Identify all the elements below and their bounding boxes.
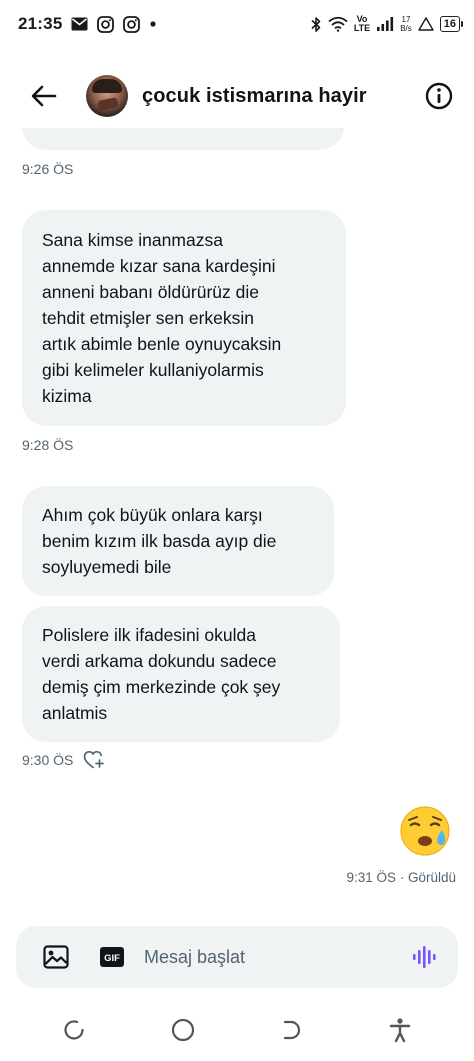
home-circle-icon	[171, 1018, 194, 1042]
seen-status: 9:31 ÖS · Görüldü	[346, 870, 456, 885]
message-bubble-partial[interactable]	[22, 128, 344, 150]
system-nav-bar	[0, 1010, 474, 1050]
message-bubble[interactable]: Ahım çok büyük onlara karşı benim kızım …	[22, 486, 334, 596]
bluetooth-icon	[310, 16, 322, 33]
network-speed-value: 17	[401, 15, 411, 24]
message-timestamp: 9:28 ÖS	[22, 437, 74, 453]
gif-icon: GIF	[100, 947, 124, 967]
gif-label: GIF	[104, 953, 120, 964]
accessibility-button[interactable]	[383, 1013, 417, 1047]
status-right: Vo LTE 17 B/s 16	[310, 14, 464, 33]
more-notifications-dot-icon	[149, 20, 157, 28]
message-timestamp-row: 9:30 ÖS	[22, 750, 105, 770]
back-button[interactable]	[26, 78, 62, 114]
status-left: 21:35	[18, 14, 157, 34]
image-icon	[43, 945, 69, 969]
message-bubble[interactable]: Sana kimse inanmazsa annemde kızar sana …	[22, 210, 346, 426]
message-timestamp: 9:26 ÖS	[22, 161, 74, 177]
instagram-icon	[97, 15, 115, 33]
message-text: Polislere ilk ifadesini okulda verdi ark…	[42, 625, 281, 723]
network-speed: 17 B/s	[400, 15, 412, 33]
message-bubble[interactable]: Polislere ilk ifadesini okulda verdi ark…	[22, 606, 340, 742]
message-input[interactable]: Mesaj başlat	[144, 947, 410, 968]
alert-triangle-icon	[418, 17, 434, 31]
instagram-icon-2	[123, 15, 141, 33]
volte-label: Vo LTE	[353, 14, 371, 33]
message-text: Sana kimse inanmazsa annemde kızar sana …	[42, 230, 282, 406]
image-button[interactable]	[42, 943, 70, 971]
sad-tear-face-icon	[400, 806, 450, 856]
status-bar: 21:35 Vo LTE 17 B/s 16	[0, 0, 474, 48]
battery-indicator: 16	[439, 16, 464, 32]
home-button[interactable]	[166, 1013, 200, 1047]
info-button[interactable]	[424, 81, 454, 111]
arrow-left-icon	[31, 85, 57, 107]
avatar[interactable]	[86, 75, 128, 117]
message-timestamp: 9:30 ÖS	[22, 752, 74, 768]
recents-icon	[64, 1020, 84, 1040]
wifi-icon	[328, 16, 348, 32]
conversation-header: çocuk istismarına hayir	[0, 64, 474, 128]
back-nav-icon	[284, 1020, 301, 1040]
signal-icon	[376, 17, 394, 31]
voice-wave-icon	[413, 946, 436, 968]
info-icon	[425, 82, 453, 110]
conversation-title[interactable]: çocuk istismarına hayir	[142, 85, 367, 108]
back-nav-button[interactable]	[274, 1013, 308, 1047]
add-reaction-icon[interactable]	[83, 750, 105, 770]
mail-icon	[71, 17, 88, 31]
message-list[interactable]: 9:26 ÖS Sana kimse inanmazsa annemde kız…	[0, 128, 474, 918]
voice-message-button[interactable]	[410, 943, 438, 971]
status-time: 21:35	[18, 14, 63, 33]
message-text: Ahım çok büyük onlara karşı benim kızım …	[42, 505, 277, 577]
message-composer: GIF Mesaj başlat	[16, 926, 458, 988]
recents-button[interactable]	[57, 1013, 91, 1047]
network-speed-unit: B/s	[400, 24, 412, 33]
accessibility-icon	[389, 1018, 410, 1043]
gif-button[interactable]: GIF	[98, 943, 126, 971]
sent-emoji-message[interactable]	[398, 804, 452, 858]
